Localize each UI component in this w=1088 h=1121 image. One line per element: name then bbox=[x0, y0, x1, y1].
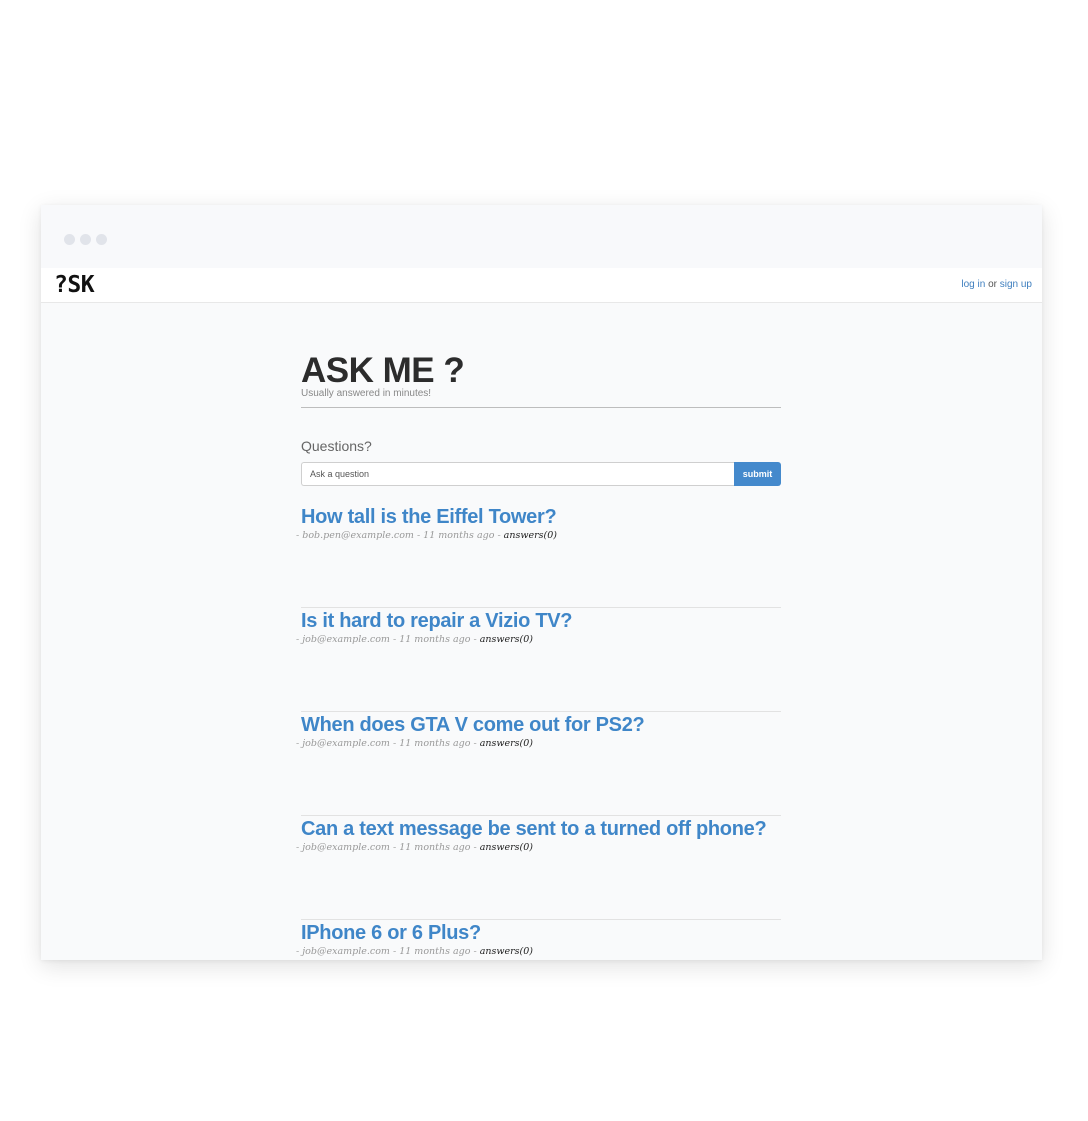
meta-separator: - bbox=[470, 946, 480, 957]
navbar: ?SK log in or sign up bbox=[41, 268, 1042, 303]
question-author: job@example.com bbox=[302, 842, 390, 853]
meta-separator: - bbox=[470, 738, 480, 749]
window-dot-icon[interactable] bbox=[96, 234, 107, 245]
auth-links: log in or sign up bbox=[961, 279, 1032, 290]
site-logo[interactable]: ?SK bbox=[54, 272, 95, 298]
question-time: 11 months ago bbox=[399, 842, 471, 853]
question-title-link[interactable]: How tall is the Eiffel Tower? bbox=[301, 504, 781, 530]
answers-link[interactable]: answers(0) bbox=[504, 530, 557, 541]
question-title-link[interactable]: IPhone 6 or 6 Plus? bbox=[301, 920, 781, 946]
question-author: job@example.com bbox=[302, 946, 390, 957]
answers-link[interactable]: answers(0) bbox=[480, 946, 533, 957]
meta-separator: - bbox=[494, 530, 504, 541]
window-dot-icon[interactable] bbox=[80, 234, 91, 245]
window-titlebar bbox=[41, 205, 1042, 268]
meta-separator: - bbox=[413, 530, 424, 541]
signup-link[interactable]: sign up bbox=[1000, 279, 1032, 290]
meta-separator: - bbox=[389, 738, 400, 749]
window-dot-icon[interactable] bbox=[64, 234, 75, 245]
answers-link[interactable]: answers(0) bbox=[480, 634, 533, 645]
question-time: 11 months ago bbox=[399, 946, 471, 957]
page-subtitle: Usually answered in minutes! bbox=[301, 388, 432, 399]
page-title: ASK ME ? bbox=[301, 351, 465, 390]
question-item: IPhone 6 or 6 Plus? - job@example.com - … bbox=[296, 920, 781, 960]
answers-link[interactable]: answers(0) bbox=[480, 738, 533, 749]
question-meta: - job@example.com - 11 months ago - answ… bbox=[296, 842, 781, 853]
question-item: When does GTA V come out for PS2? - job@… bbox=[296, 712, 781, 816]
question-author: bob.pen@example.com bbox=[302, 530, 414, 541]
question-author: job@example.com bbox=[302, 738, 390, 749]
question-author: job@example.com bbox=[302, 634, 390, 645]
question-item: Can a text message be sent to a turned o… bbox=[296, 816, 781, 920]
question-title-link[interactable]: Can a text message be sent to a turned o… bbox=[301, 816, 781, 842]
question-item: Is it hard to repair a Vizio TV? - job@e… bbox=[296, 608, 781, 712]
question-item: How tall is the Eiffel Tower? - bob.pen@… bbox=[296, 504, 781, 608]
question-list: How tall is the Eiffel Tower? - bob.pen@… bbox=[296, 504, 781, 960]
title-divider bbox=[301, 407, 781, 408]
main-content: ASK ME ? Usually answered in minutes! Qu… bbox=[296, 351, 781, 960]
meta-separator: - bbox=[470, 634, 480, 645]
question-meta: - job@example.com - 11 months ago - answ… bbox=[296, 634, 781, 645]
meta-separator: - bbox=[470, 842, 480, 853]
meta-separator: - bbox=[389, 842, 400, 853]
window-controls bbox=[64, 234, 107, 245]
ask-question-input[interactable] bbox=[301, 462, 734, 486]
browser-window: ?SK log in or sign up ASK ME ? Usually a… bbox=[41, 205, 1042, 960]
question-meta: - job@example.com - 11 months ago - answ… bbox=[296, 738, 781, 749]
question-time: 11 months ago bbox=[399, 634, 471, 645]
question-time: 11 months ago bbox=[399, 738, 471, 749]
auth-separator: or bbox=[988, 279, 997, 290]
ask-form: submit bbox=[301, 462, 781, 486]
question-meta: - job@example.com - 11 months ago - answ… bbox=[296, 946, 781, 957]
meta-separator: - bbox=[389, 634, 400, 645]
question-meta: - bob.pen@example.com - 11 months ago - … bbox=[296, 530, 781, 541]
question-time: 11 months ago bbox=[423, 530, 495, 541]
meta-separator: - bbox=[389, 946, 400, 957]
answers-link[interactable]: answers(0) bbox=[480, 842, 533, 853]
question-title-link[interactable]: When does GTA V come out for PS2? bbox=[301, 712, 781, 738]
question-title-link[interactable]: Is it hard to repair a Vizio TV? bbox=[301, 608, 781, 634]
questions-label: Questions? bbox=[301, 438, 372, 454]
login-link[interactable]: log in bbox=[961, 279, 985, 290]
submit-button[interactable]: submit bbox=[734, 462, 781, 486]
